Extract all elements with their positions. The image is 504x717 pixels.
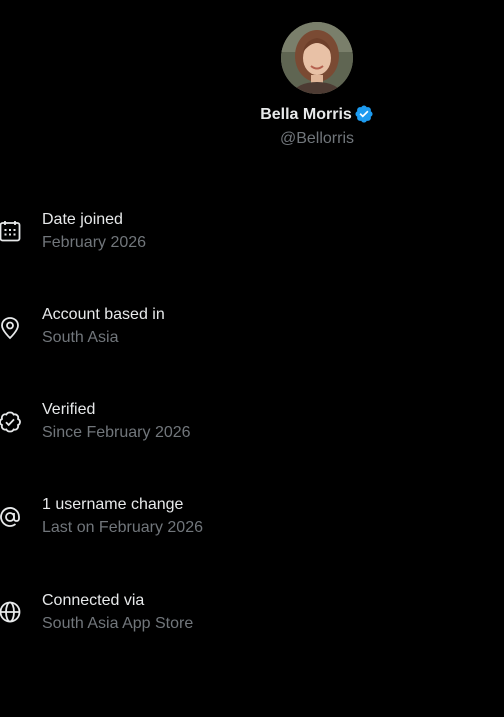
verified-outline-icon <box>0 411 21 433</box>
info-item-connected-via: Connected via South Asia App Store <box>0 590 504 640</box>
info-subtitle: Last on February 2026 <box>42 519 203 536</box>
info-subtitle: Since February 2026 <box>42 424 191 441</box>
avatar[interactable] <box>281 22 353 94</box>
at-sign-icon <box>0 507 20 527</box>
info-title: Verified <box>42 401 96 418</box>
display-name[interactable]: Bella Morris <box>260 106 352 123</box>
info-title: Account based in <box>42 306 165 323</box>
profile-header: Bella Morris @Bellorris <box>0 0 504 160</box>
info-subtitle: South Asia <box>42 329 119 346</box>
info-item-verified: Verified Since February 2026 <box>0 399 504 449</box>
globe-icon <box>0 601 21 623</box>
avatar-image <box>281 22 353 94</box>
info-subtitle: February 2026 <box>42 234 147 251</box>
info-item-date-joined: Date joined February 2026 <box>0 209 504 259</box>
verified-badge-icon[interactable] <box>354 104 374 124</box>
info-title: Connected via <box>42 592 145 609</box>
info-item-username-change: 1 username change Last on February 2026 <box>0 494 504 544</box>
name-row: Bella Morris <box>0 103 504 127</box>
info-item-account-based-in: Account based in South Asia <box>0 304 504 354</box>
info-title: Date joined <box>42 211 123 228</box>
handle[interactable]: @Bellorris <box>0 128 504 150</box>
location-pin-icon <box>1 317 19 340</box>
calendar-icon <box>0 221 21 242</box>
info-subtitle: South Asia App Store <box>42 615 194 632</box>
info-title: 1 username change <box>42 496 184 513</box>
